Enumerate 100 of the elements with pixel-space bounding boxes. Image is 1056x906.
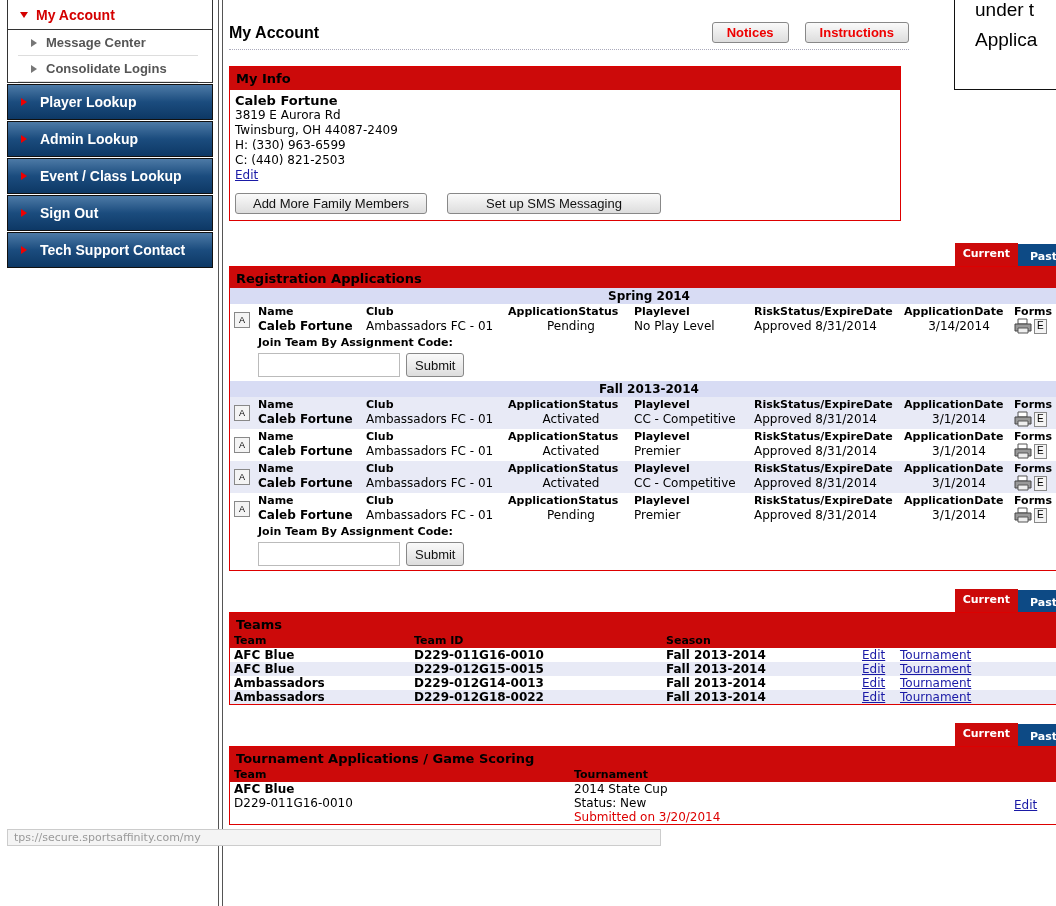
edit-link[interactable]: Edit [1014,798,1038,812]
table-cell-text: Ambassadors [234,676,326,690]
tab[interactable]: Current [954,723,1018,746]
sidebar-item[interactable]: Admin Lookup [7,121,213,157]
caret-icon [20,135,28,143]
e-button[interactable]: E [1034,475,1047,491]
column-header: ApplicationStatus [508,462,620,475]
tab[interactable]: Current [954,589,1018,612]
header-button[interactable]: Notices [711,22,789,43]
tab[interactable]: Past [1018,724,1056,746]
join-label: Join Team By Assignment Code: [258,525,454,538]
edit-link[interactable]: Edit [862,662,886,676]
e-button[interactable]: E [1034,507,1047,523]
table-cell-text: 3/14/2014 [927,319,991,333]
table-cell-text: AFC Blue [234,782,296,796]
submit-button[interactable]: Submit [406,542,465,566]
edit-link[interactable]: Edit [862,676,886,690]
table-cell-text: Approved 8/31/2014 [754,319,878,333]
table-cell-text: D229-012G18-0022 [414,690,545,704]
sidebar-item[interactable]: Event / Class Lookup [7,158,213,194]
column-header: RiskStatus/ExpireDate [754,430,894,443]
table-cell-text: Ambassadors FC - 01 [366,476,495,490]
submitted-date: Submitted on 3/20/2014 [574,810,722,824]
sidebar-subitem[interactable]: Consolidate Logins [18,56,198,82]
e-button[interactable]: E [1034,411,1047,427]
e-button[interactable]: E [1034,318,1047,334]
sidebar-item[interactable]: My Account [8,0,212,30]
table-cell-text: Pending [546,319,596,333]
tournament-link[interactable]: Tournament [900,690,972,704]
table-cell-text: Fall 2013-2014 [666,662,767,676]
caret-icon [20,10,28,19]
sidebar-item[interactable]: Player Lookup [7,84,213,120]
column-header: ApplicationDate [904,430,1005,443]
season-heading: Fall 2013-2014 [230,381,1056,397]
printer-icon[interactable] [1014,318,1032,334]
table-cell-text: CC - Competitive [634,476,737,490]
table-cell-text: Approved 8/31/2014 [754,508,878,522]
edit-link[interactable]: Edit [862,690,886,704]
tournament-link[interactable]: Tournament [900,648,972,662]
tournament-link[interactable]: Tournament [900,676,972,690]
table-cell-text: D229-012G15-0015 [414,662,545,676]
tab[interactable]: Current [954,243,1018,266]
tab[interactable]: Past [1018,244,1056,266]
submit-button[interactable]: Submit [406,353,465,377]
column-header: Forms [1014,430,1054,443]
table-cell-text: Activated [541,444,601,458]
printer-icon[interactable] [1014,443,1032,459]
e-button[interactable]: E [1034,443,1047,459]
column-header: Name [258,494,295,507]
join-label: Join Team By Assignment Code: [258,336,454,349]
section-title: Registration Applications [230,267,1056,288]
column-header: RiskStatus/ExpireDate [754,305,894,318]
table-cell-text: Fall 2013-2014 [666,676,767,690]
table-cell-text: Fall 2013-2014 [666,648,767,662]
table-cell-text: Caleb Fortune [258,444,354,458]
column-header: Forms [1014,305,1054,318]
callout-text: Applica [975,28,1039,52]
caret-icon [30,64,38,73]
tournament-link[interactable]: Tournament [900,662,972,676]
table-cell-text: Fall 2013-2014 [666,690,767,704]
a-button[interactable]: A [234,436,250,453]
action-button[interactable]: Add More Family Members [235,193,427,214]
printer-icon[interactable] [1014,475,1032,491]
panel-title: My Info [230,67,900,90]
column-header: Name [258,430,295,443]
a-button[interactable]: A [234,404,250,421]
edit-link[interactable]: Edit [862,648,886,662]
column-header: ApplicationStatus [508,494,620,507]
account-name: Caleb Fortune [235,93,339,108]
column-header: Club [366,462,395,475]
input-field[interactable] [258,542,400,566]
a-button[interactable]: A [234,468,250,485]
column-header: Season [666,634,712,647]
table-cell-text: AFC Blue [234,662,296,676]
table-cell-text: Activated [541,476,601,490]
a-button[interactable]: A [234,500,250,517]
column-header: Team [234,768,268,781]
table-cell-text: 3/1/2014 [931,412,987,426]
column-header: Club [366,494,395,507]
tab[interactable]: Past [1018,590,1056,612]
caret-icon [20,209,28,217]
table-cell-text: Ambassadors FC - 01 [366,319,495,333]
sidebar-subitem[interactable]: Message Center [18,30,198,56]
sidebar-item[interactable]: Sign Out [7,195,213,231]
column-header: Team [234,634,268,647]
column-header: RiskStatus/ExpireDate [754,494,894,507]
sidebar-item[interactable]: Tech Support Contact [7,232,213,268]
table-cell-text: Ambassadors FC - 01 [366,444,495,458]
column-header: Team ID [414,634,465,647]
printer-icon[interactable] [1014,411,1032,427]
input-field[interactable] [258,353,400,377]
address-line: Twinsburg, OH 44087-2409 [235,123,399,138]
caret-icon [20,172,28,180]
action-button[interactable]: Set up SMS Messaging [447,193,661,214]
printer-icon[interactable] [1014,507,1032,523]
column-header: ApplicationDate [904,494,1005,507]
column-header: ApplicationStatus [508,430,620,443]
edit-link[interactable]: Edit [235,168,259,182]
a-button[interactable]: A [234,311,250,328]
header-button[interactable]: Instructions [804,22,909,43]
